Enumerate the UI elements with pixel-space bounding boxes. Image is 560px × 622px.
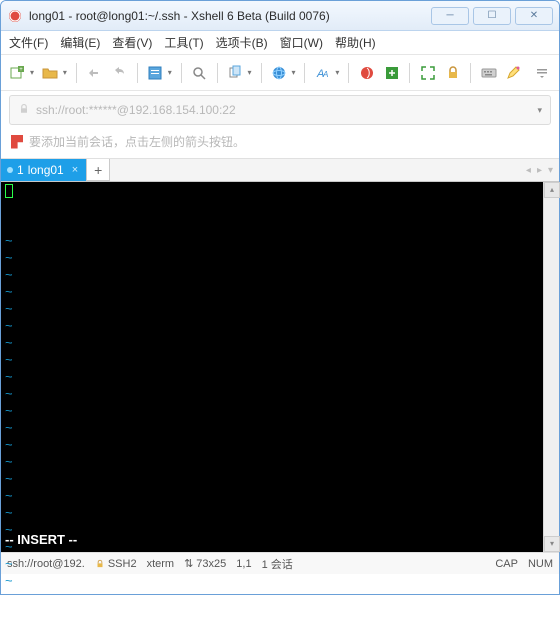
menu-window[interactable]: 窗口(W) — [280, 34, 323, 51]
toolbar-overflow-icon[interactable] — [532, 62, 553, 84]
xftp-icon[interactable] — [381, 62, 402, 84]
dropdown-icon[interactable]: ▾ — [335, 68, 339, 77]
status-size: ⇅ 73x25 — [184, 557, 226, 570]
menu-view[interactable]: 查看(V) — [112, 34, 152, 51]
separator — [217, 63, 218, 83]
separator — [137, 63, 138, 83]
globe-icon[interactable] — [269, 62, 290, 84]
reconnect-icon[interactable] — [109, 62, 130, 84]
cursor — [5, 184, 13, 198]
terminal[interactable]: ~ ~ ~ ~ ~ ~ ~ ~ ~ ~ ~ ~ ~ ~ ~ ~ ~ ~ ~ ~ … — [1, 182, 559, 552]
terminal-scrollbar[interactable]: ▴ ▾ — [543, 182, 559, 552]
status-num: NUM — [528, 558, 553, 570]
titlebar: long01 - root@long01:~/.ssh - Xshell 6 B… — [1, 1, 559, 31]
menu-help[interactable]: 帮助(H) — [335, 34, 376, 51]
separator — [76, 63, 77, 83]
hint-bar: 要添加当前会话，点击左侧的箭头按钮。 — [1, 129, 559, 158]
tab-prev-icon[interactable]: ◂ — [526, 165, 531, 176]
copy-icon[interactable] — [225, 62, 246, 84]
status-sessions: 1 会话 — [262, 556, 293, 572]
scroll-down-icon[interactable]: ▾ — [544, 536, 560, 552]
dropdown-icon[interactable]: ▾ — [63, 68, 67, 77]
resize-icon: ⇅ — [184, 557, 193, 570]
menu-file[interactable]: 文件(F) — [9, 34, 48, 51]
maximize-button[interactable]: ☐ — [473, 7, 511, 25]
dropdown-icon[interactable]: ▾ — [537, 105, 542, 116]
flag-icon — [11, 135, 23, 149]
lock-icon — [95, 559, 105, 569]
fullscreen-icon[interactable] — [417, 62, 438, 84]
tab-next-icon[interactable]: ▸ — [537, 165, 542, 176]
tab-close-icon[interactable]: × — [72, 164, 78, 176]
keyboard-icon[interactable] — [478, 62, 499, 84]
separator — [470, 63, 471, 83]
window-title: long01 - root@long01:~/.ssh - Xshell 6 B… — [29, 9, 431, 23]
address-bar[interactable]: ssh://root:******@192.168.154.100:22 ▾ — [9, 95, 551, 125]
app-icon — [7, 8, 23, 24]
status-cap: CAP — [495, 558, 518, 570]
tab-index: 1 — [17, 163, 24, 177]
new-session-icon[interactable]: + — [7, 62, 28, 84]
status-bar: ssh://root@192. SSH2 xterm ⇅ 73x25 1,1 1… — [1, 552, 559, 574]
dropdown-icon[interactable]: ▾ — [248, 68, 252, 77]
tab-list-icon[interactable]: ▾ — [548, 165, 553, 176]
address-text: ssh://root:******@192.168.154.100:22 — [36, 103, 537, 117]
status-pos: 1,1 — [236, 558, 251, 570]
new-tab-button[interactable]: + — [86, 159, 110, 181]
minimize-button[interactable]: ─ — [431, 7, 469, 25]
toolbar: + ▾ ▾ ▾ ▾ ▾ AA ▾ — [1, 55, 559, 91]
lock-icon[interactable] — [442, 62, 463, 84]
hint-text: 要添加当前会话，点击左侧的箭头按钮。 — [29, 133, 245, 150]
search-icon[interactable] — [189, 62, 210, 84]
scroll-up-icon[interactable]: ▴ — [544, 182, 560, 198]
menu-edit[interactable]: 编辑(E) — [60, 34, 100, 51]
separator — [304, 63, 305, 83]
xshell-icon[interactable] — [356, 62, 377, 84]
dropdown-icon[interactable]: ▾ — [291, 68, 295, 77]
svg-text:A: A — [322, 70, 328, 79]
menu-tools[interactable]: 工具(T) — [164, 34, 203, 51]
dropdown-icon[interactable]: ▾ — [30, 68, 34, 77]
tab-label: long01 — [28, 163, 64, 177]
tab-bar: 1 long01 × + ◂ ▸ ▾ — [1, 158, 559, 182]
separator — [409, 63, 410, 83]
tab-nav: ◂ ▸ ▾ — [520, 159, 559, 181]
svg-text:+: + — [20, 67, 24, 73]
separator — [348, 63, 349, 83]
menu-tabs[interactable]: 选项卡(B) — [216, 34, 268, 51]
dropdown-icon[interactable]: ▾ — [168, 68, 172, 77]
disconnect-icon[interactable] — [84, 62, 105, 84]
window-controls: ─ ☐ ✕ — [431, 7, 553, 25]
status-connection: ssh://root@192. — [7, 558, 85, 570]
lock-icon — [18, 103, 30, 118]
status-protocol: SSH2 — [95, 558, 137, 570]
highlight-icon[interactable] — [503, 62, 524, 84]
tab-status-icon — [7, 167, 13, 173]
menubar: 文件(F) 编辑(E) 查看(V) 工具(T) 选项卡(B) 窗口(W) 帮助(… — [1, 31, 559, 55]
session-tab[interactable]: 1 long01 × — [1, 159, 87, 181]
close-button[interactable]: ✕ — [515, 7, 553, 25]
separator — [181, 63, 182, 83]
separator — [261, 63, 262, 83]
vim-mode: -- INSERT -- — [5, 532, 77, 548]
properties-icon[interactable] — [145, 62, 166, 84]
font-icon[interactable]: AA — [312, 62, 333, 84]
open-session-icon[interactable] — [40, 62, 61, 84]
status-term: xterm — [147, 558, 175, 570]
